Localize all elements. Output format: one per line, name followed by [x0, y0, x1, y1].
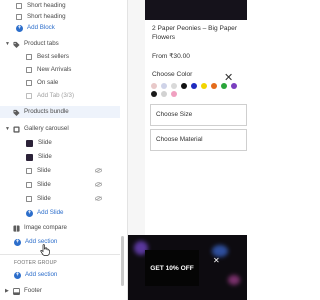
add-slide-button[interactable]: + Add Slide — [26, 207, 64, 219]
section-footer[interactable]: ▶ Footer — [5, 285, 42, 297]
offer-popup-button[interactable]: GET 10% OFF — [145, 250, 199, 286]
size-select[interactable]: Choose Size — [150, 104, 247, 126]
block-icon — [26, 196, 32, 202]
slide-item[interactable]: Slide — [26, 151, 52, 163]
color-swatch[interactable] — [181, 83, 187, 89]
footer-icon — [13, 287, 20, 295]
color-swatch[interactable] — [221, 83, 227, 89]
block-icon — [26, 168, 32, 174]
chevron-right-icon: ▶ — [5, 288, 9, 294]
tab-item[interactable]: New Arrivals — [26, 64, 71, 76]
block-icon — [26, 54, 32, 60]
divider — [0, 254, 120, 255]
add-tab-button[interactable]: Add Tab (3/3) — [26, 90, 74, 102]
section-product-tabs[interactable]: ▼ Product tabs — [5, 38, 59, 50]
plus-icon — [26, 93, 32, 99]
tag-icon — [13, 109, 20, 116]
product-title[interactable]: 2 Paper Peonies – Big Paper Flowers — [152, 24, 244, 42]
slide-thumbnail — [26, 153, 33, 161]
eye-hidden-icon[interactable] — [95, 182, 102, 187]
chevron-down-icon: ▼ — [5, 41, 10, 47]
slide-item[interactable]: Slide — [26, 179, 51, 191]
slide-item[interactable]: Slide — [26, 193, 51, 205]
color-swatch[interactable] — [171, 83, 177, 89]
decor-glow — [228, 275, 240, 285]
section-image-compare[interactable]: Image compare — [5, 222, 67, 234]
color-swatch[interactable] — [191, 83, 197, 89]
material-select[interactable]: Choose Material — [150, 129, 247, 151]
color-swatches — [150, 83, 246, 97]
color-swatch[interactable] — [151, 91, 157, 97]
add-section-button[interactable]: + Add section — [14, 236, 57, 248]
plus-icon: + — [26, 209, 33, 217]
block-icon — [26, 67, 32, 73]
footer-group-heading: FOOTER GROUP — [14, 260, 57, 266]
eye-hidden-icon[interactable] — [95, 196, 102, 201]
footer-add-section-button[interactable]: + Add section — [14, 269, 57, 281]
tag-icon — [13, 41, 20, 48]
slide-item[interactable]: Slide — [26, 165, 51, 177]
tab-item[interactable]: On sale — [26, 77, 58, 89]
plus-icon: + — [14, 271, 21, 279]
color-swatch[interactable] — [161, 83, 167, 89]
image-compare-icon — [13, 224, 20, 232]
choose-color-label: Choose Color — [152, 71, 193, 78]
block-icon — [16, 3, 22, 9]
color-swatch[interactable] — [201, 83, 207, 89]
color-swatch[interactable] — [211, 83, 217, 89]
slide-item[interactable]: Slide — [26, 137, 52, 149]
eye-hidden-icon[interactable] — [95, 168, 102, 173]
scrollbar[interactable] — [121, 236, 124, 286]
section-products-bundle[interactable]: Products bundle — [0, 106, 120, 118]
product-price: From ₹30.00 — [152, 53, 190, 60]
block-icon — [26, 182, 32, 188]
color-swatch[interactable] — [161, 91, 167, 97]
color-swatch[interactable] — [151, 83, 157, 89]
add-block-button[interactable]: + Add Block — [16, 22, 55, 34]
plus-icon: + — [16, 24, 23, 32]
hand-cursor-icon — [40, 244, 50, 256]
gallery-icon — [13, 125, 20, 133]
block-icon — [26, 80, 32, 86]
chevron-down-icon: ▼ — [5, 126, 10, 132]
block-icon — [16, 14, 22, 20]
store-preview: 2 Paper Peonies – Big Paper Flowers From… — [128, 0, 247, 300]
theme-editor-sidebar: Short heading Short heading + Add Block … — [0, 0, 128, 300]
product-image[interactable] — [145, 0, 247, 20]
tab-item[interactable]: Best sellers — [26, 51, 69, 63]
close-icon[interactable]: ✕ — [213, 256, 220, 265]
plus-icon: + — [14, 238, 21, 246]
color-swatch[interactable] — [231, 83, 237, 89]
color-swatch[interactable] — [171, 91, 177, 97]
section-gallery-carousel[interactable]: ▼ Gallery carousel — [5, 123, 69, 135]
slide-thumbnail — [26, 139, 33, 147]
